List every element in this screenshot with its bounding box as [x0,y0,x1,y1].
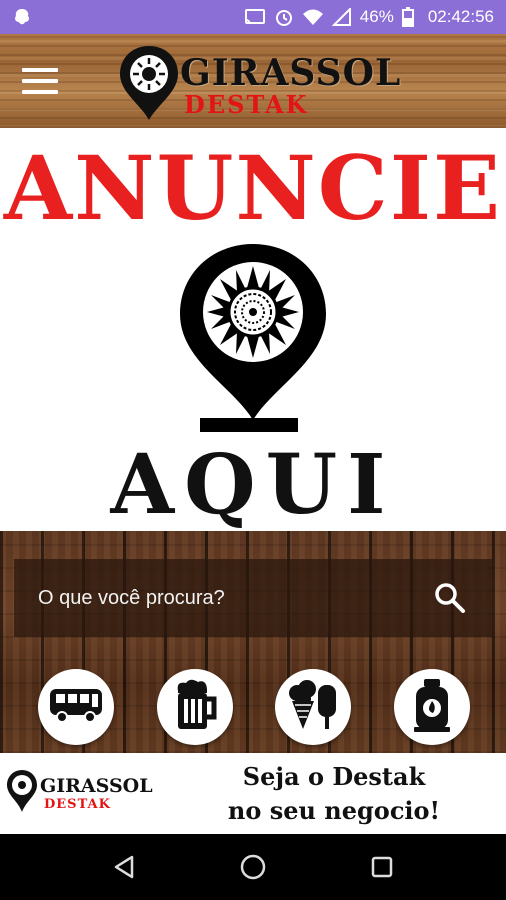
banner-title: ANUNCIE [3,136,503,240]
footer-logo: GIRASSOL DESTAK [0,753,170,834]
back-icon[interactable] [104,847,144,887]
search-bar[interactable] [14,559,492,637]
search-icon[interactable] [432,580,468,616]
battery-percent: 46% [359,7,394,26]
recents-icon[interactable] [362,847,402,887]
category-beer[interactable] [156,669,233,745]
alarm-icon [274,7,294,27]
bus-icon [48,685,104,730]
tagline-line1: Seja o Destak [242,761,426,791]
app-header: GIRASSOL DESTAK [0,34,506,128]
sunflower-pin-icon [118,44,180,127]
footer-ad[interactable]: GIRASSOL DESTAK Seja o Destak no seu neg… [0,753,506,834]
wifi-icon [302,8,324,26]
home-icon[interactable] [233,847,273,887]
signal-icon [331,8,352,26]
clock-time: 02:42:56 [427,7,494,26]
notification-app-icon [12,7,32,27]
search-input[interactable] [38,586,424,610]
sunflower-pin-icon [176,242,330,427]
brand-name: GIRASSOL [180,52,402,94]
brand-sub: DESTAK [184,90,309,119]
pin-base [200,418,298,432]
status-bar: 46% 02:42:56 [0,0,506,34]
app-logo: GIRASSOL DESTAK [114,40,404,124]
tagline-line2: no seu negocio! [227,795,441,825]
beer-mug-icon [172,679,218,736]
ad-banner[interactable]: ANUNCIE AQUI [0,128,506,531]
category-list [38,669,470,745]
banner-subtitle: AQUI [110,437,396,533]
cast-icon [244,8,266,26]
gas-cylinder-icon [412,677,452,738]
hamburger-menu-icon[interactable] [22,68,58,94]
footer-brand: GIRASSOL [40,775,153,797]
category-bus[interactable] [38,669,114,745]
category-ice-cream[interactable] [275,669,352,745]
battery-icon [401,7,414,27]
footer-tagline: Seja o Destak no seu negocio! [170,760,506,828]
system-nav-bar [0,834,506,900]
ice-cream-icon [286,679,340,736]
main-section [0,531,506,753]
sunflower-pin-icon [6,769,38,818]
category-gas[interactable] [393,669,470,745]
footer-brand-sub: DESTAK [44,797,111,812]
